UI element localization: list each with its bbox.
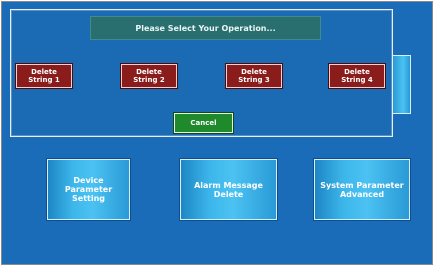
button-label-line1: System Parameter	[320, 180, 404, 190]
button-label-line1: Delete	[241, 68, 267, 76]
cancel-button[interactable]: Cancel	[174, 113, 233, 133]
button-label-line2: Setting	[72, 194, 105, 203]
side-scroll-tab[interactable]	[392, 55, 411, 114]
dialog-title: Please Select Your Operation...	[90, 16, 321, 40]
button-label-line1: Delete	[136, 68, 162, 76]
button-label-line1: Device Parameter	[64, 176, 113, 194]
operation-dialog: Please Select Your Operation... Delete S…	[10, 9, 393, 137]
delete-string-3-button[interactable]: Delete String 3	[226, 64, 282, 88]
button-label-line2: Delete	[213, 189, 244, 199]
button-label-line2: String 4	[341, 76, 373, 84]
alarm-message-delete-button[interactable]: Alarm Message Delete	[180, 159, 277, 220]
button-label-line1: Delete	[31, 68, 57, 76]
button-label-line2: String 3	[238, 76, 270, 84]
hmi-screen: Device Parameter Setting Alarm Message D…	[1, 1, 433, 265]
device-parameter-setting-button[interactable]: Device Parameter Setting	[47, 159, 130, 220]
delete-string-4-button[interactable]: Delete String 4	[329, 64, 385, 88]
button-label-line2: Advanced	[339, 189, 385, 199]
delete-string-2-button[interactable]: Delete String 2	[121, 64, 177, 88]
button-label-line2: String 2	[133, 76, 165, 84]
delete-string-1-button[interactable]: Delete String 1	[16, 64, 72, 88]
system-parameter-advanced-button[interactable]: System Parameter Advanced	[314, 159, 410, 220]
button-label-line1: Alarm Message	[194, 180, 263, 190]
button-label-line2: String 1	[28, 76, 60, 84]
button-label-line1: Delete	[344, 68, 370, 76]
